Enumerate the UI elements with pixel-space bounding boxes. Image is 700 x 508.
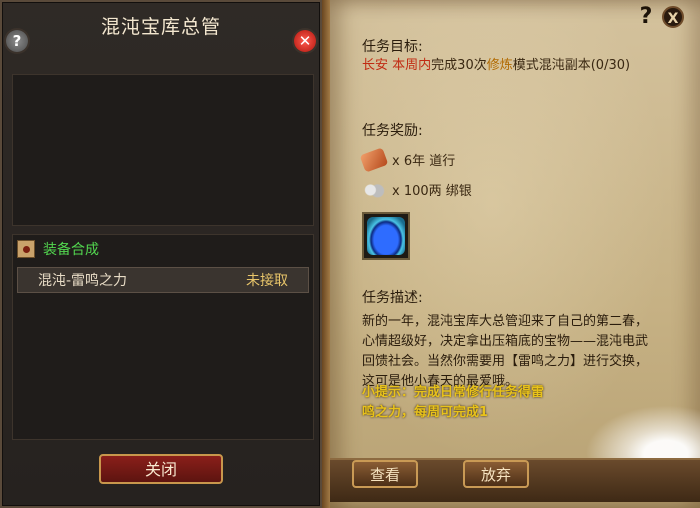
scroll-icon (359, 146, 389, 173)
npc-dialog-area (12, 74, 314, 226)
task-category[interactable]: 装备合成 (13, 235, 313, 263)
abandon-button[interactable]: 放弃 (463, 460, 529, 488)
goal-week: 本周内 (392, 58, 432, 73)
reward-row-silver: x 100两 绑银 (362, 180, 472, 199)
task-list: 装备合成 混沌-雷鸣之力 未接取 (12, 234, 314, 440)
panel-title: 混沌宝库总管 (100, 16, 221, 38)
scroll-top-icons: ? X (636, 6, 684, 28)
goal-mode: 修炼 (486, 58, 513, 73)
category-icon (17, 240, 35, 258)
reward-text: x 100两 绑银 (392, 184, 472, 199)
view-button[interactable]: 查看 (352, 460, 418, 488)
goal-text: 长安 本周内完成30次修炼模式混沌副本(0/30) (362, 56, 652, 75)
reward-heading: 任务奖励: (362, 123, 423, 139)
task-row[interactable]: 混沌-雷鸣之力 未接取 (17, 267, 309, 293)
goal-heading: 任务目标: (362, 39, 423, 55)
reward-text: x 6年 道行 (392, 154, 456, 169)
task-npc-panel: 混沌宝库总管 ? ✕ 装备合成 混沌-雷鸣之力 未接取 关闭 (0, 0, 322, 508)
silver-icon (362, 180, 386, 199)
close-button[interactable]: 关闭 (99, 454, 223, 484)
task-name: 混沌-雷鸣之力 (38, 273, 128, 289)
task-status: 未接取 (246, 273, 288, 289)
goal-text2: 模式混沌副本(0/30) (512, 58, 631, 73)
item-icon (367, 217, 405, 255)
reward-row-daoxing: x 6年 道行 (359, 146, 456, 173)
quest-tip: 小提示：完成日常修行任务得雷鸣之力，每周可完成1 (362, 385, 545, 420)
scroll-edge (322, 0, 330, 508)
category-label: 装备合成 (43, 242, 99, 258)
close-icon[interactable]: X (662, 6, 684, 28)
close-icon[interactable]: ✕ (294, 30, 316, 52)
help-icon[interactable]: ? (6, 30, 28, 52)
desc-heading: 任务描述: (362, 290, 423, 306)
goal-text1: 完成30次 (431, 58, 487, 73)
goal-location[interactable]: 长安 (362, 58, 388, 73)
reward-item-slot[interactable] (362, 212, 410, 260)
help-icon[interactable]: ? (636, 6, 656, 28)
